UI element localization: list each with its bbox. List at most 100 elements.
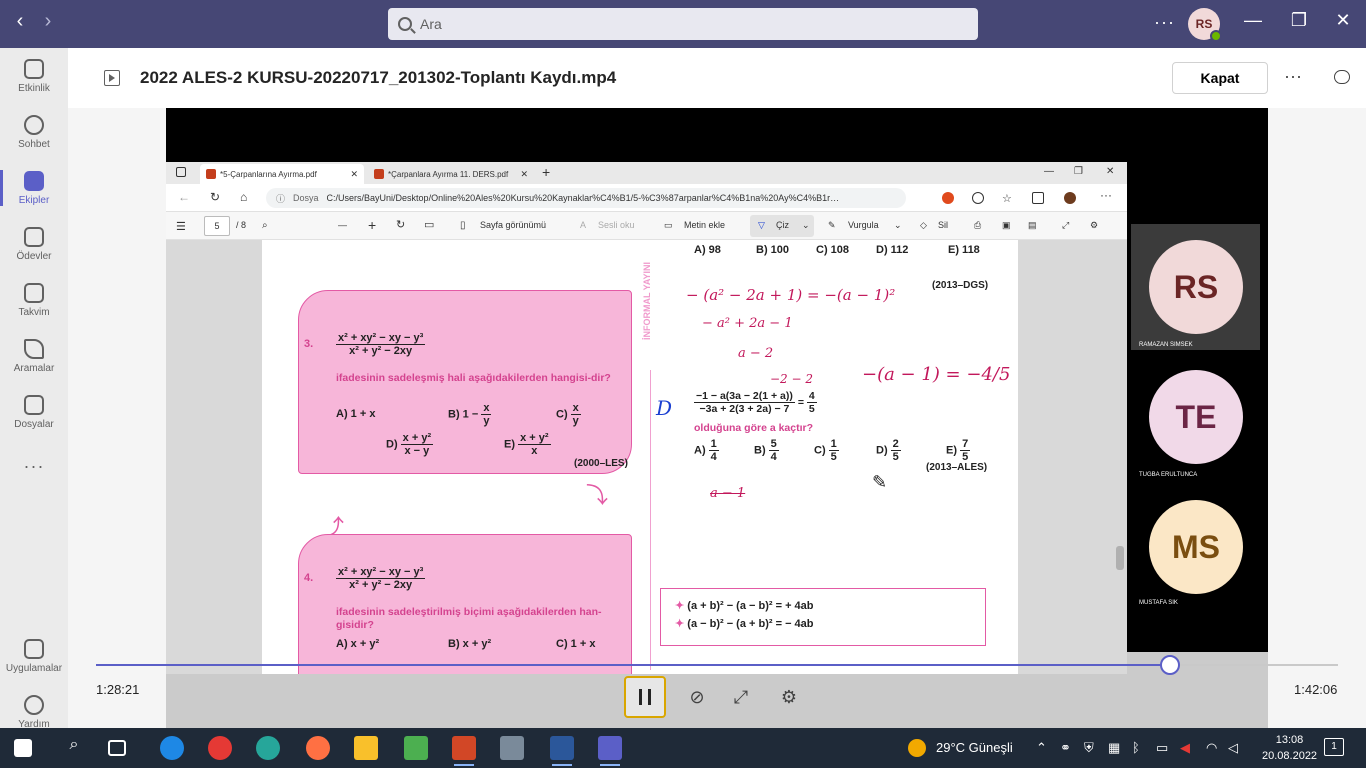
search-icon[interactable]: ⌕ — [62, 736, 86, 760]
settings-more-button[interactable]: ··· — [1154, 12, 1175, 33]
scrollbar-thumb[interactable] — [1116, 546, 1124, 570]
address-input[interactable]: ⓘ Dosya C:/Users/BayUni/Desktop/Online%2… — [266, 188, 906, 208]
weather-text[interactable]: 29°C Güneşli — [936, 740, 1013, 755]
maximize-button[interactable]: ❐ — [1284, 10, 1314, 31]
draw-button-active[interactable]: ▽ Çiz ⌄ — [750, 215, 814, 237]
close-tab-icon[interactable]: ✕ — [520, 169, 528, 180]
tray-display-icon[interactable]: ▭ — [1156, 740, 1168, 756]
participant-tile[interactable]: MS MUSTAFA SIK — [1131, 484, 1260, 610]
participant-tile[interactable]: RS RAMAZAN SIMSEK — [1131, 224, 1260, 350]
network-app-icon[interactable] — [500, 736, 524, 760]
file-explorer-icon[interactable] — [354, 736, 378, 760]
browser-minimize[interactable]: — — [1044, 166, 1054, 177]
profile-avatar[interactable]: RS — [1188, 8, 1222, 42]
rail-apps[interactable]: Uygulamalar — [0, 628, 68, 684]
conversation-icon[interactable] — [1334, 70, 1350, 84]
playback-speed-icon[interactable]: ⊘ — [686, 686, 708, 708]
refresh-icon[interactable]: ↻ — [210, 190, 220, 204]
highlight-button[interactable]: Vurgula — [848, 220, 879, 230]
save-as-icon[interactable]: ▤ — [1028, 220, 1037, 231]
tray-security-icon[interactable]: ⛨ — [1084, 740, 1094, 756]
bluetooth-icon[interactable]: ᛒ — [1132, 740, 1140, 755]
collections-icon[interactable] — [1032, 192, 1044, 204]
tray-network-icon[interactable]: ⚭ — [1060, 740, 1071, 756]
windows-start-icon[interactable] — [14, 739, 32, 757]
tab-actions-icon[interactable] — [176, 167, 186, 177]
home-icon[interactable]: ⌂ — [240, 190, 247, 204]
rail-activity[interactable]: Etkinlik — [0, 48, 68, 104]
participant-tile[interactable]: TE TUGBA ERULTUNCA — [1131, 354, 1260, 480]
firefox-icon[interactable] — [306, 736, 330, 760]
pdf-viewer[interactable]: 3. x² + xy² − xy − y³ x² + y² − 2xy ifade… — [166, 240, 1127, 674]
page-title: 2022 ALES-2 KURSU-20220717_201302-Toplan… — [140, 68, 617, 87]
powerpoint-icon[interactable] — [452, 736, 476, 766]
volume-icon[interactable]: ◁ — [1228, 740, 1238, 756]
browser-profile-avatar[interactable] — [1064, 192, 1076, 204]
store-icon[interactable] — [404, 736, 428, 760]
extension-icon[interactable] — [972, 192, 984, 204]
forward-button[interactable]: › — [36, 10, 60, 33]
zoom-in-button[interactable]: + — [368, 217, 376, 233]
wifi-icon[interactable]: ◠ — [1206, 740, 1217, 756]
opera-extension-icon[interactable] — [942, 192, 954, 204]
print-icon[interactable]: ⎙ — [974, 220, 981, 231]
browser-maximize[interactable]: ❐ — [1074, 166, 1083, 177]
erase-button[interactable]: Sil — [938, 220, 948, 230]
rail-teams[interactable]: Ekipler — [0, 160, 68, 216]
zoom-out-button[interactable]: — — [338, 220, 347, 230]
notifications-icon[interactable]: 1 — [1324, 738, 1344, 756]
back-arrow-icon[interactable]: ← — [178, 190, 190, 204]
edge-icon[interactable] — [256, 736, 280, 760]
browser-tab[interactable]: *Çarpanlara Ayırma 11. DERS.pdf ✕ — [368, 164, 534, 184]
settings-gear-icon[interactable]: ⚙ — [778, 686, 800, 708]
minimize-button[interactable]: — — [1238, 10, 1268, 31]
question-text: olduğuna göre a kaçtır? — [694, 422, 814, 434]
page-view-button[interactable]: Sayfa görünümü — [480, 220, 546, 230]
word-icon[interactable] — [550, 736, 574, 766]
find-icon[interactable]: ⌕ — [262, 220, 268, 231]
rail-assignments[interactable]: Ödevler — [0, 216, 68, 272]
numerator: x² + xy² − xy − y³ — [336, 566, 426, 579]
table-of-contents-icon[interactable]: ☰ — [176, 220, 186, 233]
rail-label: Sohbet — [18, 138, 50, 150]
rotate-icon[interactable]: ↻ — [396, 218, 405, 231]
chrome-icon[interactable] — [208, 736, 232, 760]
system-clock[interactable]: 13:08 20.08.2022 — [1262, 732, 1317, 764]
rail-calls[interactable]: Aramalar — [0, 328, 68, 384]
pause-button[interactable] — [624, 676, 666, 718]
browser-close[interactable]: ✕ — [1106, 166, 1114, 177]
close-window-button[interactable]: ✕ — [1328, 10, 1358, 31]
fullscreen-icon[interactable]: ⤢ — [730, 686, 752, 708]
rail-more-button[interactable]: ··· — [0, 456, 68, 477]
internet-explorer-icon[interactable] — [160, 736, 184, 760]
browser-menu-button[interactable]: ··· — [1100, 188, 1112, 202]
chevron-up-icon[interactable]: ⌃ — [1036, 740, 1047, 756]
close-tab-icon[interactable]: ✕ — [350, 169, 358, 180]
fullscreen-icon[interactable]: ⤢ — [1062, 220, 1069, 231]
pause-icon — [648, 689, 651, 705]
seek-bar[interactable] — [96, 664, 1338, 666]
page-number-input[interactable]: 5 — [204, 216, 230, 236]
rail-files[interactable]: Dosyalar — [0, 384, 68, 440]
mute-icon[interactable]: ◀ — [1180, 740, 1190, 756]
numerator: x + y² — [350, 638, 380, 650]
browser-tab[interactable]: *5-Çarpanlarına Ayırma.pdf ✕ — [200, 164, 364, 184]
more-options-button[interactable]: ··· — [1284, 66, 1302, 87]
fit-page-icon[interactable]: ▭ — [424, 218, 434, 231]
add-text-button[interactable]: Metin ekle — [684, 220, 725, 230]
close-button[interactable]: Kapat — [1172, 62, 1268, 94]
favorites-icon[interactable]: ☆ — [1002, 192, 1014, 205]
teams-icon[interactable] — [598, 736, 622, 766]
search-input[interactable]: Ara — [388, 8, 978, 40]
settings-gear-icon[interactable]: ⚙ — [1090, 220, 1098, 231]
tray-app-icon[interactable]: ▦ — [1108, 740, 1120, 756]
chevron-down-icon[interactable]: ⌄ — [894, 220, 902, 231]
read-aloud-button[interactable]: Sesli oku — [598, 220, 635, 230]
task-view-icon[interactable] — [108, 740, 126, 756]
rail-chat[interactable]: Sohbet — [0, 104, 68, 160]
new-tab-button[interactable]: + — [542, 164, 550, 180]
back-button[interactable]: ‹ — [8, 10, 32, 33]
save-icon[interactable]: ▣ — [1002, 220, 1011, 231]
rail-calendar[interactable]: Takvim — [0, 272, 68, 328]
ink-annotation: − (a² − 2a + 1) = −(a − 1)² — [686, 286, 896, 304]
